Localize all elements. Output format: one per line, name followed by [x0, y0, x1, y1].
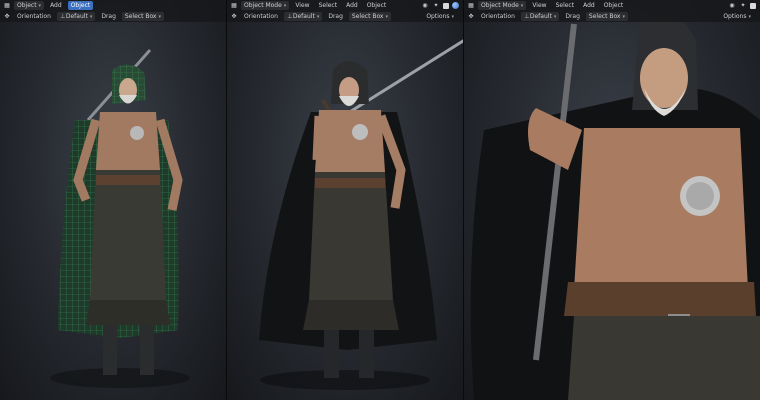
- options-dropdown[interactable]: Options ▾: [423, 12, 457, 21]
- visibility-icon[interactable]: ◉: [728, 2, 736, 10]
- menu-select[interactable]: Select: [316, 1, 341, 10]
- viewport-header: ▦ Object Mode ▾ View Select Add Object ◉ …: [227, 0, 463, 22]
- orientation-label: Orientation: [481, 13, 515, 20]
- mode-dropdown[interactable]: Object ▾: [14, 1, 45, 10]
- viewport-wireframe[interactable]: ▦ Object ▾ Add Object ✥ Orientation ⊥ Defa…: [0, 0, 226, 400]
- orientation-label: Orientation: [17, 13, 51, 20]
- chevron-down-icon: ▾: [520, 2, 524, 9]
- overlay-toggle-icon[interactable]: [750, 2, 756, 9]
- menu-object[interactable]: Object: [364, 1, 390, 10]
- menu-object[interactable]: Object: [601, 1, 627, 10]
- transform-icon: ✥: [468, 13, 474, 20]
- blender-workspace: ▦ Object ▾ Add Object ✥ Orientation ⊥ Defa…: [0, 0, 760, 400]
- editor-type-icon[interactable]: ▦: [3, 2, 11, 10]
- mode-label: Object: [17, 2, 37, 9]
- chevron-down-icon: ▾: [158, 13, 161, 20]
- menu-view[interactable]: View: [292, 1, 312, 10]
- drag-value: Select Box: [351, 13, 384, 20]
- menu-add[interactable]: Add: [47, 1, 65, 10]
- chevron-down-icon: ▾: [748, 13, 751, 20]
- header-row-top: ▦ Object Mode ▾ View Select Add Object ◉ …: [464, 0, 760, 11]
- mode-dropdown[interactable]: Object Mode ▾: [241, 1, 290, 10]
- options-dropdown[interactable]: Options ▾: [720, 12, 754, 21]
- drag-value: Select Box: [124, 13, 157, 20]
- chevron-down-icon: ▾: [38, 2, 42, 9]
- drag-label: Drag: [101, 13, 116, 20]
- transform-icon: ✥: [231, 13, 237, 20]
- mode-dropdown[interactable]: Object Mode ▾: [478, 1, 527, 10]
- orientation-value: Default: [292, 13, 315, 20]
- overlay-toggle-icon[interactable]: [443, 2, 449, 9]
- character-render-closeup: [470, 15, 760, 400]
- orientation-value: Default: [65, 13, 88, 20]
- menu-view[interactable]: View: [529, 1, 549, 10]
- editor-type-icon[interactable]: ▦: [230, 2, 238, 10]
- header-row-top: ▦ Object Mode ▾ View Select Add Object ◉ …: [227, 0, 463, 11]
- chevron-down-icon: ▾: [385, 13, 388, 20]
- drag-dropdown[interactable]: Select Box ▾: [585, 12, 628, 21]
- options-label: Options: [426, 13, 450, 20]
- viewport-header: ▦ Object Mode ▾ View Select Add Object ◉ …: [464, 0, 760, 22]
- mode-label: Object Mode: [244, 2, 282, 9]
- header-row-tool: ✥ Orientation ⊥ Default ▾ Drag Select Box ▾…: [464, 11, 760, 22]
- chevron-down-icon: ▾: [553, 13, 557, 20]
- chevron-down-icon: ▾: [283, 2, 287, 9]
- orientation-dropdown[interactable]: ⊥ Default ▾: [520, 12, 560, 21]
- orientation-value: Default: [529, 13, 552, 20]
- mode-label: Object Mode: [481, 2, 519, 9]
- viewport-shaded[interactable]: ▦ Object Mode ▾ View Select Add Object ◉ …: [227, 0, 463, 400]
- character-render-wireframe: [50, 49, 190, 388]
- orientation-dropdown[interactable]: ⊥ Default ▾: [56, 12, 96, 21]
- transform-icon: ✥: [4, 13, 10, 20]
- chevron-down-icon: ▾: [316, 13, 320, 20]
- drag-label: Drag: [565, 13, 580, 20]
- orientation-label: Orientation: [244, 13, 278, 20]
- drag-value: Select Box: [588, 13, 621, 20]
- character-render-shaded: [259, 39, 463, 390]
- viewport-closeup[interactable]: ▦ Object Mode ▾ View Select Add Object ◉ …: [464, 0, 760, 400]
- visibility-icon[interactable]: ◉: [421, 2, 429, 10]
- gizmo-icon[interactable]: ✦: [432, 2, 440, 10]
- header-row-top: ▦ Object ▾ Add Object: [0, 0, 226, 11]
- shading-sphere-icon[interactable]: [452, 2, 459, 9]
- drag-dropdown[interactable]: Select Box ▾: [121, 12, 164, 21]
- chevron-down-icon: ▾: [451, 13, 454, 20]
- menu-add[interactable]: Add: [580, 1, 598, 10]
- viewport-header: ▦ Object ▾ Add Object ✥ Orientation ⊥ Defa…: [0, 0, 226, 22]
- header-row-tool: ✥ Orientation ⊥ Default ▾ Drag Select Box ▾…: [227, 11, 463, 22]
- menu-select[interactable]: Select: [553, 1, 578, 10]
- editor-type-icon[interactable]: ▦: [467, 2, 475, 10]
- menu-object[interactable]: Object: [67, 1, 94, 10]
- menu-add[interactable]: Add: [343, 1, 361, 10]
- drag-label: Drag: [328, 13, 343, 20]
- header-row-tool: ✥ Orientation ⊥ Default ▾ Drag Select Box ▾: [0, 11, 226, 22]
- chevron-down-icon: ▾: [89, 13, 93, 20]
- gizmo-icon[interactable]: ✦: [739, 2, 747, 10]
- options-label: Options: [723, 13, 747, 20]
- orientation-dropdown[interactable]: ⊥ Default ▾: [283, 12, 323, 21]
- chevron-down-icon: ▾: [622, 13, 625, 20]
- drag-dropdown[interactable]: Select Box ▾: [348, 12, 391, 21]
